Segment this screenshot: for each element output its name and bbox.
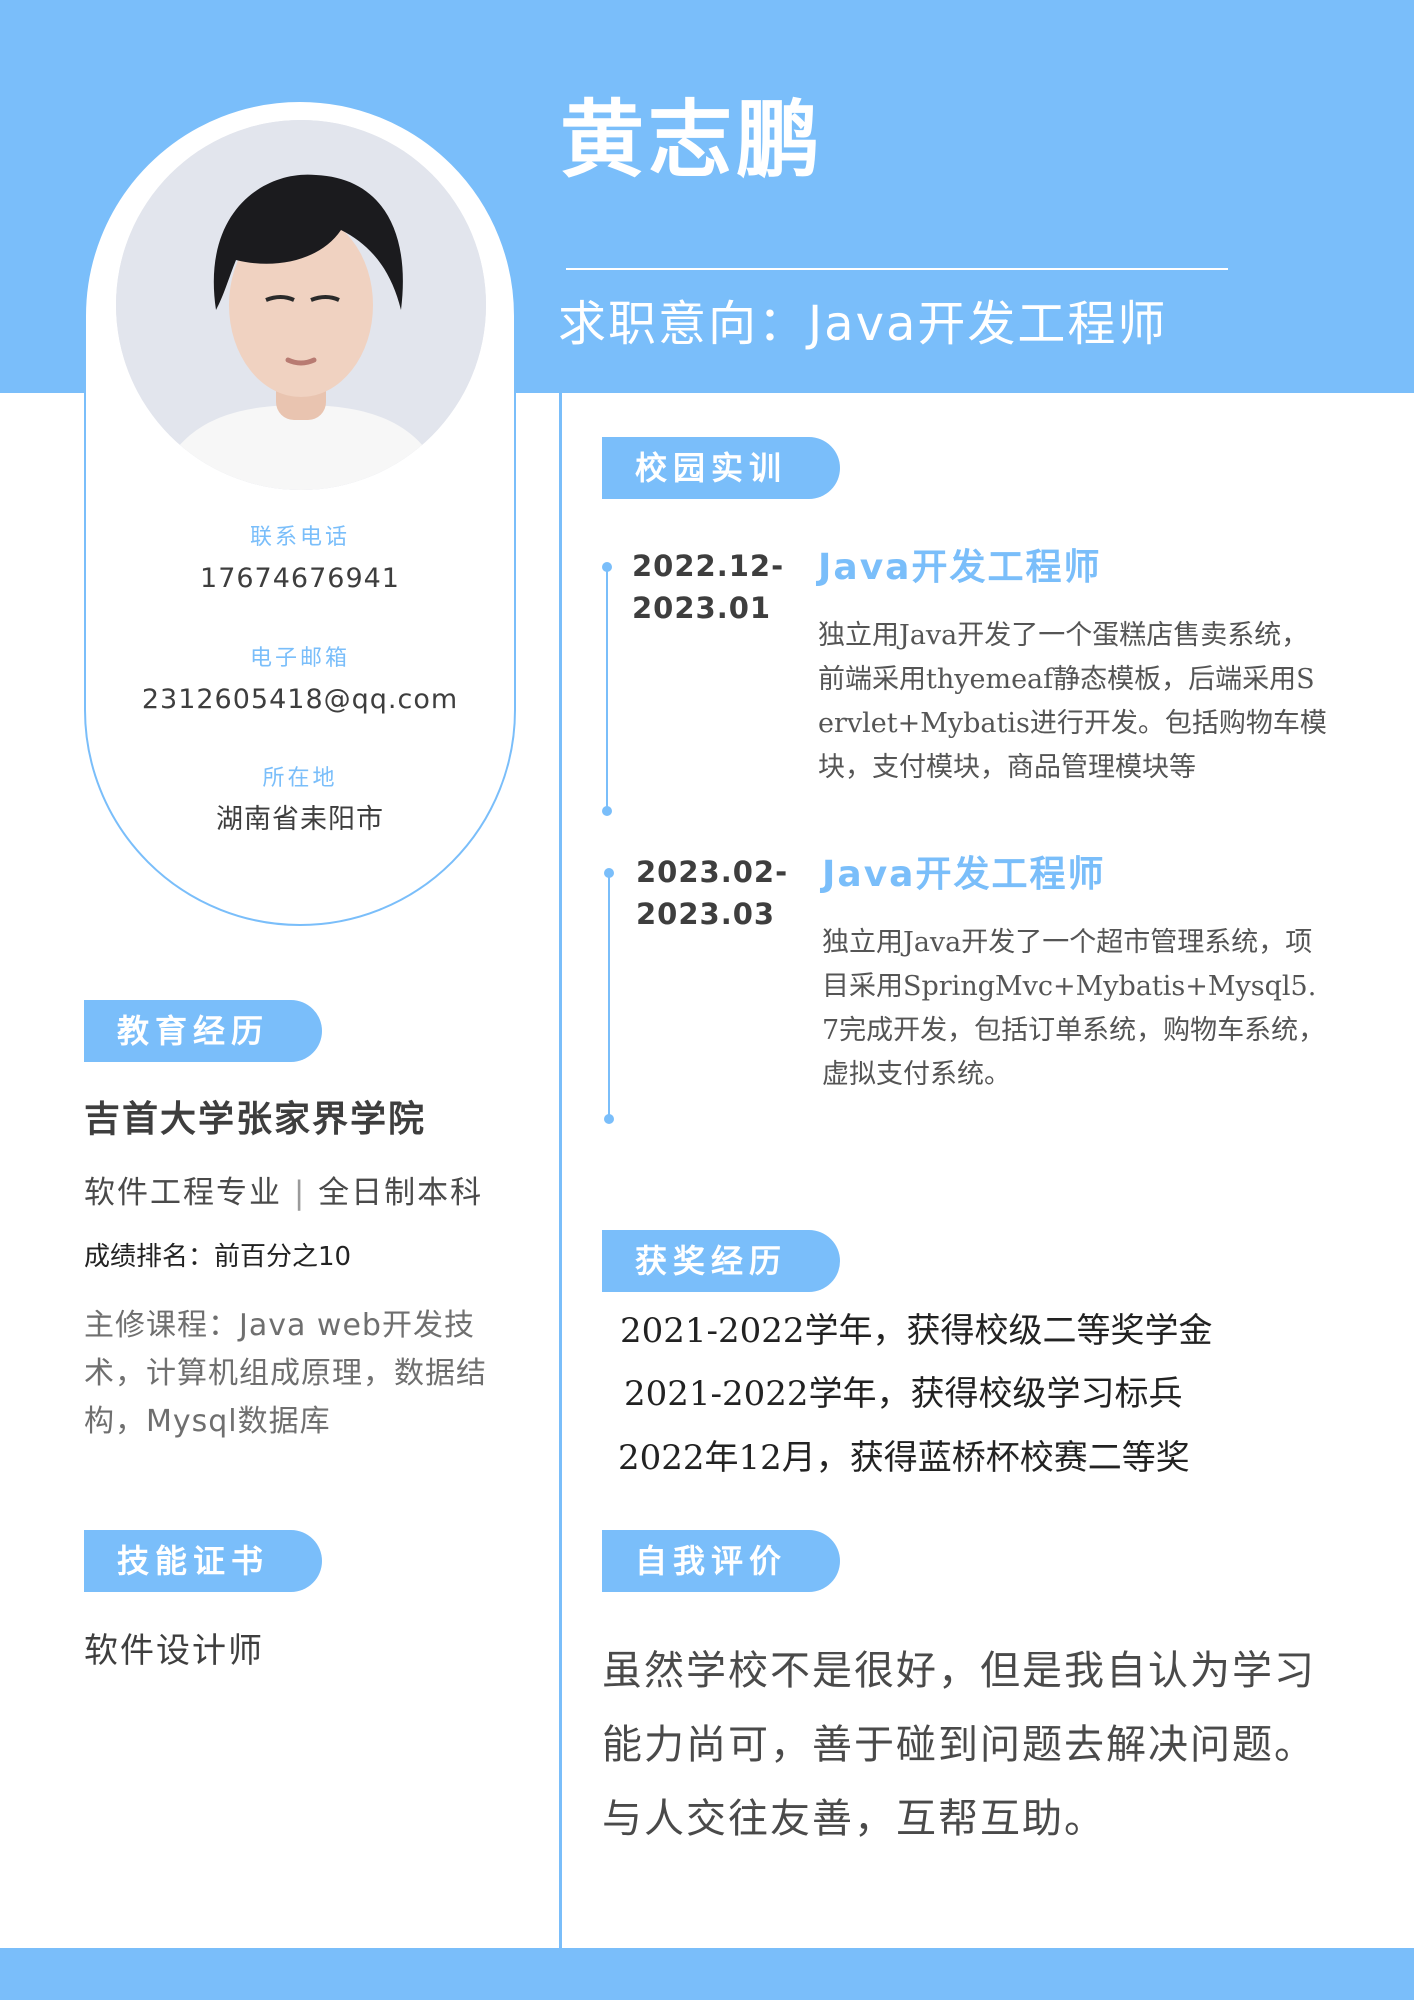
timeline-dot (604, 868, 614, 878)
timeline-date: 2023.02- 2023.03 (636, 851, 788, 935)
timeline-title: Java开发工程师 (822, 854, 1106, 895)
date-end: 2023.03 (636, 897, 776, 931)
date-end: 2023.01 (632, 591, 772, 625)
date-start: 2023.02- (636, 855, 789, 889)
location-label: 所在地 (262, 766, 338, 791)
section-title-awards: 获奖经历 (602, 1230, 840, 1292)
date-start: 2022.12- (632, 549, 785, 583)
award-item: 2022年12月，获得蓝桥杯校赛二等奖 (618, 1438, 1190, 1478)
major-text: 软件工程专业 (84, 1175, 282, 1211)
timeline-line (608, 872, 610, 1118)
self-evaluation-text: 虽然学校不是很好，但是我自认为学习能力尚可，善于碰到问题去解决问题。与人交往友善… (602, 1648, 1316, 1842)
timeline-dot (602, 806, 612, 816)
timeline-line (606, 565, 608, 810)
section-title-education: 教育经历 (84, 1000, 322, 1062)
candidate-name: 黄志鹏 (560, 91, 825, 189)
profile-photo (116, 120, 486, 490)
grade-ranking: 成绩排名：前百分之10 (84, 1242, 352, 1272)
phone-label: 联系电话 (249, 525, 350, 550)
timeline-date: 2022.12- 2023.01 (632, 545, 784, 629)
job-intent: 求职意向：Java开发工程师 (558, 296, 1168, 352)
school-name: 吉首大学张家界学院 (84, 1099, 427, 1140)
timeline-description: 独立用Java开发了一个蛋糕店售卖系统，前端采用thyemeaf静态模板，后端采… (818, 620, 1327, 783)
timeline-dot (604, 1114, 614, 1124)
major-degree: 软件工程专业 | 全日制本科 (84, 1178, 483, 1209)
section-title-skills: 技能证书 (84, 1530, 322, 1592)
portrait-image (116, 120, 486, 490)
section-title-self-eval: 自我评价 (602, 1530, 840, 1592)
email-value: 2312605418@qq.com (141, 684, 459, 715)
certificate-item: 软件设计师 (84, 1631, 264, 1671)
award-item: 2021-2022学年，获得校级二等奖学金 (620, 1311, 1213, 1351)
major-courses: 主修课程：Java web开发技术，计算机组成原理，数据结构，Mysql数据库 (84, 1308, 487, 1439)
timeline-dot (602, 562, 612, 572)
location-value: 湖南省耒阳市 (216, 804, 384, 835)
award-item: 2021-2022学年，获得校级学习标兵 (624, 1374, 1183, 1414)
email-label: 电子邮箱 (249, 646, 350, 671)
degree-text: 全日制本科 (318, 1175, 484, 1211)
section-title-campus: 校园实训 (602, 437, 840, 499)
timeline-description: 独立用Java开发了一个超市管理系统，项目采用SpringMvc+Mybatis… (822, 927, 1326, 1090)
phone-value: 17674676941 (200, 563, 400, 594)
timeline-title: Java开发工程师 (818, 547, 1102, 588)
header-divider (566, 268, 1228, 270)
column-divider (559, 393, 562, 1948)
footer-band (0, 1948, 1414, 2000)
major-separator: | (293, 1175, 307, 1211)
